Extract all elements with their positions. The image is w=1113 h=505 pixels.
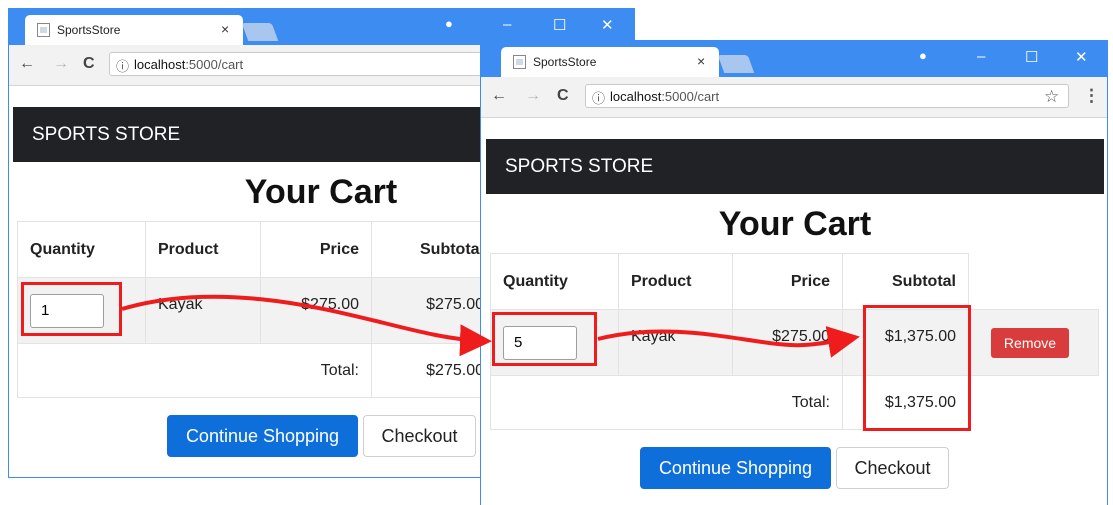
arrow-subtotal [597,326,860,358]
annotation-arrows [121,294,860,358]
arrow-quantity [121,294,492,357]
